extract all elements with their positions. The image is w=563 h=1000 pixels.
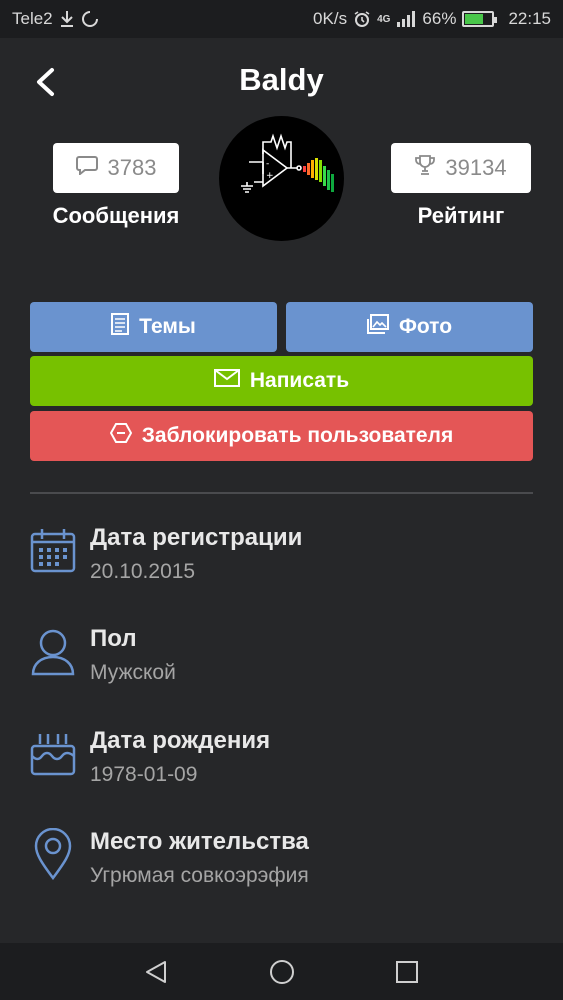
info-value: Мужской (90, 661, 176, 684)
info-label: Дата регистрации (90, 524, 303, 551)
avatar[interactable]: - + (219, 116, 344, 241)
block-hexagon-icon (109, 423, 132, 449)
system-nav-bar (0, 943, 563, 1000)
block-user-button[interactable]: Заблокировать пользователя (30, 411, 533, 461)
rating-stat-box[interactable]: 39134 (391, 143, 531, 193)
messages-count: 3783 (107, 155, 157, 180)
messages-label: Сообщения (52, 203, 180, 228)
document-icon (111, 313, 130, 341)
write-message-button[interactable]: Написать (30, 356, 533, 406)
sync-icon (81, 10, 99, 28)
rating-label: Рейтинг (417, 203, 505, 228)
topics-button[interactable]: Темы (30, 302, 277, 352)
chat-bubble-icon (75, 155, 98, 181)
page-title: Baldy (239, 62, 324, 97)
calendar-icon (30, 522, 76, 578)
info-gender: Пол Мужской (30, 623, 533, 693)
carrier-label: Tele2 (12, 9, 53, 28)
info-registration-date: Дата регистрации 20.10.2015 (30, 522, 533, 592)
battery-percent: 66% (422, 9, 457, 28)
info-birth-date: Дата рождения 1978-01-09 (30, 725, 533, 795)
photo-label: Фото (398, 315, 453, 338)
person-icon (30, 623, 76, 679)
nav-home-button[interactable] (267, 957, 297, 987)
triangle-back-icon (146, 961, 166, 983)
status-bar: Tele2 0K/s 4G 66% 22:15 (0, 0, 563, 38)
nav-back-button[interactable] (141, 957, 171, 987)
topics-label: Темы (139, 315, 196, 338)
clock: 22:15 (508, 9, 551, 28)
envelope-icon (213, 369, 240, 393)
info-value: 1978-01-09 (90, 763, 198, 786)
location-pin-icon (30, 826, 76, 882)
info-value: Угрюмая совкоэрэфия (90, 864, 309, 887)
signal-icon (396, 11, 416, 27)
rating-count: 39134 (445, 155, 507, 180)
circle-home-icon (270, 960, 294, 984)
network-type: 4G (377, 13, 391, 25)
alarm-icon (353, 10, 371, 28)
square-recents-icon (396, 961, 418, 983)
messages-stat-box[interactable]: 3783 (53, 143, 179, 193)
gallery-icon (366, 314, 389, 340)
info-label: Пол (90, 625, 137, 652)
battery-icon (462, 11, 498, 27)
info-label: Дата рождения (90, 727, 271, 754)
download-icon (59, 10, 75, 28)
nav-recents-button[interactable] (392, 957, 422, 987)
svg-text:-: - (266, 159, 269, 169)
block-label: Заблокировать пользователя (141, 424, 454, 447)
birthday-cake-icon (30, 725, 76, 781)
info-label: Место жительства (90, 828, 309, 855)
network-speed: 0K/s (313, 9, 348, 28)
svg-text:+: + (266, 171, 274, 181)
info-value: 20.10.2015 (90, 560, 196, 583)
info-location: Место жительства Угрюмая совкоэрэфия (30, 826, 533, 896)
divider (30, 492, 533, 494)
write-label: Написать (249, 369, 350, 392)
photo-button[interactable]: Фото (286, 302, 533, 352)
trophy-icon (415, 154, 436, 182)
